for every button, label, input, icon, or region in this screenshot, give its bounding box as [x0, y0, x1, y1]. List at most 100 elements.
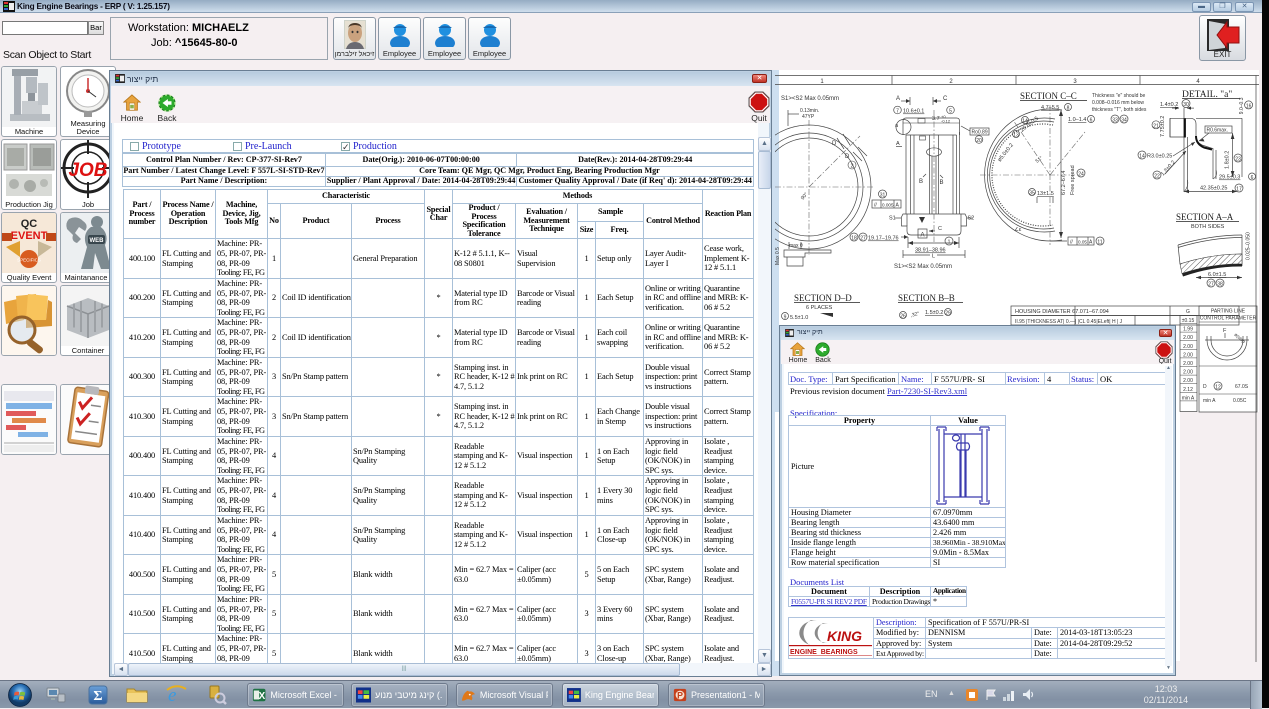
svg-text:1: 1 [820, 79, 824, 85]
svg-text:6.0±1.5: 6.0±1.5 [1208, 272, 1226, 278]
svg-text:KING: KING [827, 628, 862, 644]
svg-text:B: B [940, 180, 944, 186]
svg-text:42.35±0.25: 42.35±0.25 [1200, 186, 1228, 192]
svg-text:2.12: 2.12 [1183, 387, 1193, 393]
svg-text:34: 34 [1121, 118, 1127, 124]
svg-text:0.025–0.050: 0.025–0.050 [1246, 232, 1252, 260]
svg-text:2: 2 [949, 79, 953, 85]
svg-text:5.5±1.0: 5.5±1.0 [790, 315, 808, 321]
svg-text:13±1.5: 13±1.5 [1037, 191, 1054, 197]
svg-text:6 PLACES: 6 PLACES [806, 305, 833, 311]
svg-text:C: C [938, 226, 942, 232]
svg-text:0.005: 0.005 [882, 203, 894, 208]
svg-text:20: 20 [976, 138, 982, 144]
svg-text:Thickness "e" should be: Thickness "e" should be [1092, 93, 1146, 99]
svg-text:29.5±0.3: 29.5±0.3 [1219, 175, 1240, 181]
svg-text:ø(stop: ø(stop [1233, 332, 1246, 344]
svg-text:Free spread: Free spread [1070, 165, 1076, 195]
svg-text:10.6±0.1: 10.6±0.1 [903, 109, 924, 115]
svg-text:L: L [932, 254, 935, 260]
svg-text:SECTION B–B: SECTION B–B [898, 293, 955, 303]
svg-text:24: 24 [1078, 172, 1084, 178]
svg-text:31: 31 [880, 193, 886, 199]
svg-text:SECTION C–C: SECTION C–C [1020, 91, 1077, 101]
svg-text:S1><S2 Max 0.05mm: S1><S2 Max 0.05mm [781, 96, 839, 102]
svg-text:8: 8 [1067, 106, 1070, 112]
svg-text:19.17–19.76: 19.17–19.76 [868, 236, 899, 242]
svg-text:SPECIFICS: SPECIFICS [17, 258, 41, 263]
svg-text:B: B [919, 179, 923, 185]
svg-text:67.0S: 67.0S [1235, 384, 1249, 390]
svg-text:HOUSING DIAMETER 67.071–67.0: HOUSING DIAMETER 67.071–67.094 [1015, 309, 1109, 315]
svg-text://: // [1070, 240, 1073, 246]
svg-text:30: 30 [1183, 102, 1189, 108]
svg-text:P: P [677, 691, 683, 701]
svg-text:38.91–38.96: 38.91–38.96 [915, 248, 946, 254]
svg-text:16: 16 [1246, 103, 1252, 109]
svg-text:1.5±0.2: 1.5±0.2 [925, 310, 943, 316]
svg-text:Ro0.89: Ro0.89 [972, 130, 988, 136]
svg-text:A: A [896, 203, 900, 209]
svg-text:2.00: 2.00 [1183, 378, 1193, 384]
svg-text:7.75±0.2: 7.75±0.2 [1160, 116, 1166, 137]
svg-text:2.00: 2.00 [1183, 335, 1193, 341]
svg-text:35: 35 [1029, 191, 1035, 197]
svg-text:4.7–5.5: 4.7–5.5 [1041, 105, 1059, 111]
svg-text:29: 29 [945, 311, 951, 317]
svg-text:QC: QC [21, 218, 38, 230]
svg-text:PARTING LINE: PARTING LINE [1211, 309, 1246, 315]
svg-text:thickness "T", both sides: thickness "T", both sides [1092, 107, 1147, 113]
svg-text:S1><S2 Max 0.05mm: S1><S2 Max 0.05mm [894, 264, 952, 270]
svg-text:R3.0±0.25: R3.0±0.25 [1147, 154, 1172, 160]
svg-text:0.008–0.016 mm below: 0.008–0.016 mm below [1092, 100, 1144, 106]
svg-text:ENGINE BEARINGS: ENGINE BEARINGS [790, 649, 858, 656]
svg-text:3: 3 [1073, 79, 1077, 85]
svg-text:1.99: 1.99 [1183, 327, 1193, 333]
svg-text:1.0–1.4: 1.0–1.4 [1068, 117, 1086, 123]
svg-text:±0.15: ±0.15 [1182, 318, 1195, 324]
svg-text:90°: 90° [800, 192, 809, 202]
svg-text:3.7: 3.7 [932, 116, 940, 122]
svg-text:17: 17 [1236, 187, 1242, 193]
svg-text:R0.6max.: R0.6max. [1207, 128, 1228, 134]
svg-text:2.00: 2.00 [1183, 370, 1193, 376]
svg-text:C: C [943, 96, 948, 102]
svg-text:a: a [895, 123, 899, 129]
svg-text:BOTH SIDES: BOTH SIDES [1191, 224, 1225, 230]
svg-text:-0.12: -0.12 [941, 119, 951, 124]
svg-text:,32°: ,32° [910, 311, 920, 319]
svg-text:26: 26 [900, 314, 906, 320]
svg-text:D: D [1203, 384, 1207, 390]
svg-text:5: 5 [949, 109, 952, 115]
svg-text:1.8±0.2: 1.8±0.2 [1225, 151, 1231, 169]
svg-text:23: 23 [1235, 157, 1241, 163]
svg-text:S2: S2 [968, 216, 975, 222]
svg-text:A: A [1089, 240, 1093, 246]
svg-text:D: D [832, 141, 837, 147]
svg-text:1: 1 [948, 240, 951, 246]
svg-text:min A: min A [1203, 398, 1216, 404]
svg-text:SECTION D–D: SECTION D–D [794, 293, 852, 303]
svg-text:A: A [920, 233, 924, 239]
svg-text:Σ: Σ [93, 689, 102, 704]
svg-text:4: 4 [1196, 79, 1200, 85]
svg-text:A: A [896, 141, 900, 147]
svg-text:2.00: 2.00 [1183, 344, 1193, 350]
svg-text:Max 0.5: Max 0.5 [775, 247, 781, 265]
svg-text:18: 18 [851, 236, 857, 242]
svg-text:47YP: 47YP [802, 114, 815, 120]
svg-text:67.2–67.4: 67.2–67.4 [1061, 171, 1067, 195]
svg-text:22: 22 [1154, 174, 1160, 180]
svg-text:2.00: 2.00 [1183, 361, 1193, 367]
svg-text:2.00: 2.00 [1183, 352, 1193, 358]
svg-text:CONTROL PARAMETER: CONTROL PARAMETER [1200, 316, 1257, 322]
svg-text:33: 33 [1112, 118, 1118, 124]
svg-text:9: 9 [784, 315, 787, 321]
svg-text:1.3±0.2: 1.3±0.2 [1160, 160, 1177, 178]
svg-text:JOB: JOB [68, 160, 107, 181]
svg-text:2: 2 [850, 164, 853, 170]
svg-text:G: G [1186, 309, 1190, 315]
svg-text:7: 7 [896, 109, 899, 115]
svg-text://: // [874, 203, 877, 209]
svg-text:11: 11 [1097, 240, 1102, 246]
